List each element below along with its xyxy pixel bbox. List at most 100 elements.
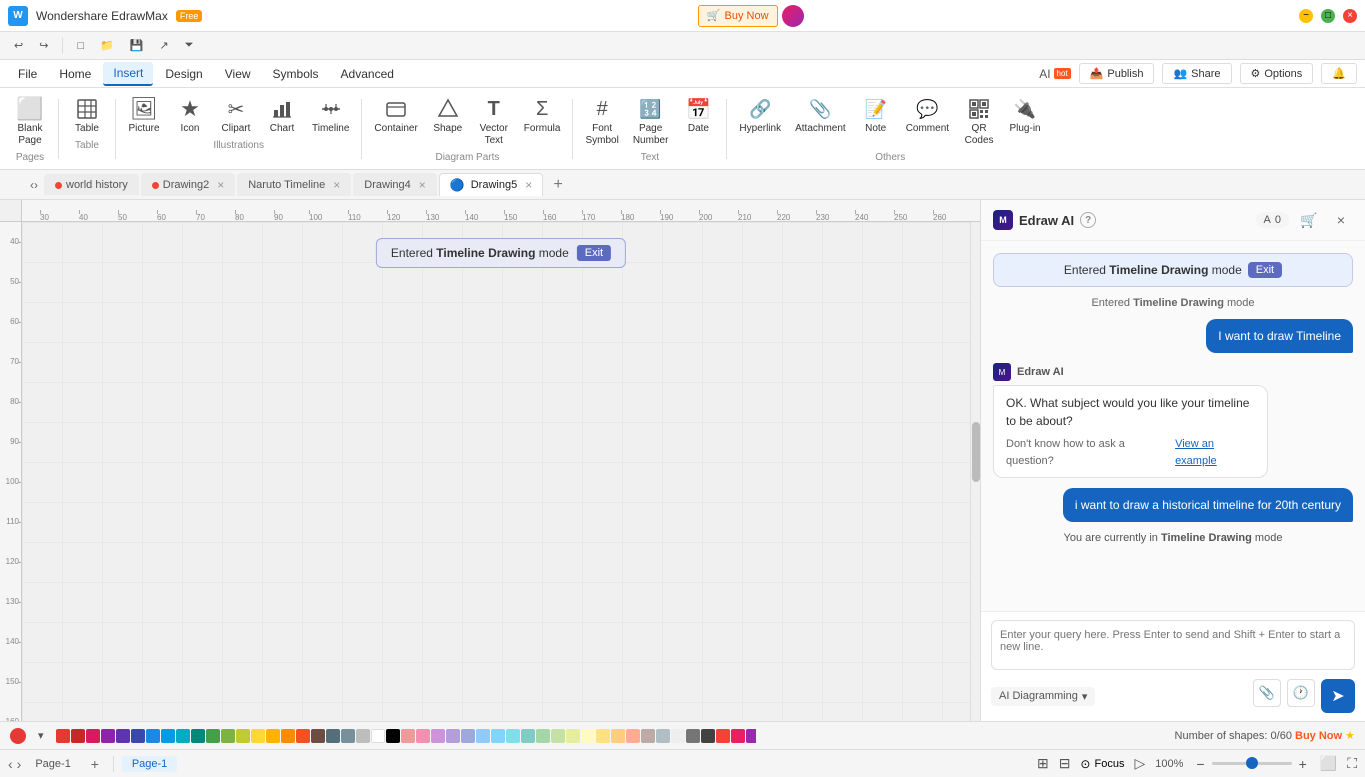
color-deep-orange[interactable]: [296, 729, 310, 743]
color-teal-light[interactable]: [521, 729, 535, 743]
menu-symbols[interactable]: Symbols: [263, 63, 329, 85]
zoom-out-button[interactable]: −: [1193, 756, 1207, 772]
layers-icon[interactable]: ⊞: [1037, 755, 1049, 772]
icon-button[interactable]: ★ Icon: [168, 92, 212, 138]
page-number-button[interactable]: 🔢 PageNumber: [627, 92, 675, 150]
chat-exit-button[interactable]: Exit: [1248, 262, 1282, 278]
play-icon[interactable]: ▷: [1134, 755, 1145, 772]
color-lime[interactable]: [236, 729, 250, 743]
table-button[interactable]: Table: [65, 92, 109, 138]
color-indigo-light[interactable]: [461, 729, 475, 743]
tab-world-history[interactable]: world history: [44, 174, 139, 195]
blank-page-button[interactable]: ⬜ BlankPage: [8, 92, 52, 150]
menu-file[interactable]: File: [8, 63, 47, 85]
ai-close-button[interactable]: ×: [1329, 208, 1353, 232]
tab-naruto-timeline[interactable]: Naruto Timeline ×: [237, 173, 351, 196]
more-button[interactable]: ⏷: [179, 37, 200, 54]
color-pink[interactable]: [86, 729, 100, 743]
focus-control[interactable]: ⊙ Focus: [1080, 757, 1124, 771]
tab-drawing2[interactable]: Drawing2 ×: [141, 173, 235, 196]
container-button[interactable]: Container: [368, 92, 423, 138]
attachment-button[interactable]: 📎 Attachment: [789, 92, 852, 138]
color-grey-light[interactable]: [671, 729, 685, 743]
share-button[interactable]: 👥 Share: [1162, 63, 1231, 84]
color-yellow[interactable]: [251, 729, 265, 743]
view-example-link[interactable]: View an example: [1175, 436, 1255, 469]
color-brown-light[interactable]: [641, 729, 655, 743]
color-pink-light[interactable]: [416, 729, 430, 743]
shape-button[interactable]: Shape: [426, 92, 470, 138]
add-tab-button[interactable]: +: [545, 172, 571, 198]
redo-button[interactable]: ↪: [33, 37, 54, 54]
color-yellow-light[interactable]: [581, 729, 595, 743]
timeline-button[interactable]: Timeline: [306, 92, 355, 138]
send-button[interactable]: ➤: [1321, 679, 1355, 713]
plug-in-button[interactable]: 🔌 Plug-in: [1003, 92, 1047, 138]
ai-menu-item[interactable]: AI hot: [1039, 67, 1070, 81]
tab-close-drawing2[interactable]: ×: [217, 178, 224, 192]
ai-help-button[interactable]: ?: [1080, 212, 1096, 228]
color-light-green[interactable]: [221, 729, 235, 743]
export-button[interactable]: ↗: [154, 37, 175, 54]
color-grey-2[interactable]: [356, 729, 370, 743]
tab-close-naruto[interactable]: ×: [333, 178, 340, 192]
vector-text-button[interactable]: T VectorText: [472, 92, 516, 150]
chart-button[interactable]: Chart: [260, 92, 304, 138]
zoom-slider[interactable]: [1212, 762, 1292, 765]
color-grey-dark[interactable]: [701, 729, 715, 743]
clipart-button[interactable]: ✂ Clipart: [214, 92, 258, 138]
color-amber-light[interactable]: [596, 729, 610, 743]
menu-home[interactable]: Home: [49, 63, 101, 85]
menu-insert[interactable]: Insert: [103, 62, 153, 86]
fit-page-icon[interactable]: ⬜: [1320, 755, 1337, 772]
qr-codes-button[interactable]: QRCodes: [957, 92, 1001, 150]
buy-now-status-link[interactable]: Buy Now: [1295, 730, 1342, 742]
open-file-button[interactable]: 📁: [94, 37, 120, 54]
undo-button[interactable]: ↩: [8, 37, 29, 54]
color-brown[interactable]: [311, 729, 325, 743]
color-deep-purple[interactable]: [116, 729, 130, 743]
color-light-blue[interactable]: [161, 729, 175, 743]
tab-drawing5[interactable]: 🔵 Drawing5 ×: [439, 173, 543, 196]
color-grey-1[interactable]: [341, 729, 355, 743]
color-green-light[interactable]: [536, 729, 550, 743]
comment-button[interactable]: 💬 Comment: [900, 92, 955, 138]
color-red-light[interactable]: [401, 729, 415, 743]
tabs-nav-button[interactable]: ‹›: [24, 175, 44, 195]
hyperlink-button[interactable]: 🔗 Hyperlink: [733, 92, 787, 138]
options-button[interactable]: ⚙ Options: [1240, 63, 1314, 84]
notifications-button[interactable]: 🔔: [1321, 63, 1357, 84]
menu-advanced[interactable]: Advanced: [331, 63, 404, 85]
color-teal[interactable]: [191, 729, 205, 743]
new-page-button[interactable]: □: [71, 38, 90, 54]
color-green[interactable]: [206, 729, 220, 743]
color-white[interactable]: [371, 729, 385, 743]
page-tab-active[interactable]: Page-1: [122, 756, 177, 772]
mode-banner-exit-button[interactable]: Exit: [577, 245, 611, 261]
color-cyan-light[interactable]: [506, 729, 520, 743]
buy-now-button[interactable]: 🛒 Buy Now: [698, 5, 778, 27]
color-amber[interactable]: [266, 729, 280, 743]
user-avatar[interactable]: [782, 5, 804, 27]
color-blue-light[interactable]: [476, 729, 490, 743]
color-deep-orange-light[interactable]: [626, 729, 640, 743]
history-button[interactable]: 🕐: [1287, 679, 1315, 707]
color-blue[interactable]: [146, 729, 160, 743]
ai-cart-button[interactable]: 🛒: [1297, 208, 1321, 232]
tab-close-drawing5[interactable]: ×: [525, 178, 532, 192]
color-purple-light[interactable]: [431, 729, 445, 743]
page-tab-1[interactable]: Page-1: [25, 756, 80, 772]
color-light-blue-light[interactable]: [491, 729, 505, 743]
color-blue-grey[interactable]: [326, 729, 340, 743]
font-symbol-button[interactable]: # FontSymbol: [579, 92, 624, 150]
color-lime-light[interactable]: [566, 729, 580, 743]
menu-view[interactable]: View: [215, 63, 261, 85]
page-nav-right[interactable]: ›: [17, 756, 22, 772]
color-purple[interactable]: [101, 729, 115, 743]
attach-button[interactable]: 📎: [1253, 679, 1281, 707]
color-orange-light[interactable]: [611, 729, 625, 743]
color-indigo[interactable]: [131, 729, 145, 743]
save-button[interactable]: 💾: [124, 37, 150, 54]
color-pink-2[interactable]: [731, 729, 745, 743]
ai-mode-selector[interactable]: AI Diagramming ▾: [991, 687, 1095, 706]
